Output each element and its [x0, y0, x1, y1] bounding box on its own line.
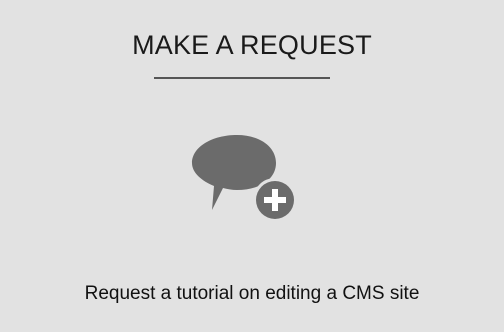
title-divider — [154, 77, 330, 79]
chat-bubble-add-icon — [182, 127, 312, 227]
make-a-request-card[interactable]: MAKE A REQUEST Request a tutorial on edi… — [0, 0, 504, 332]
card-caption: Request a tutorial on editing a CMS site — [84, 283, 420, 304]
card-title: MAKE A REQUEST — [132, 30, 372, 60]
